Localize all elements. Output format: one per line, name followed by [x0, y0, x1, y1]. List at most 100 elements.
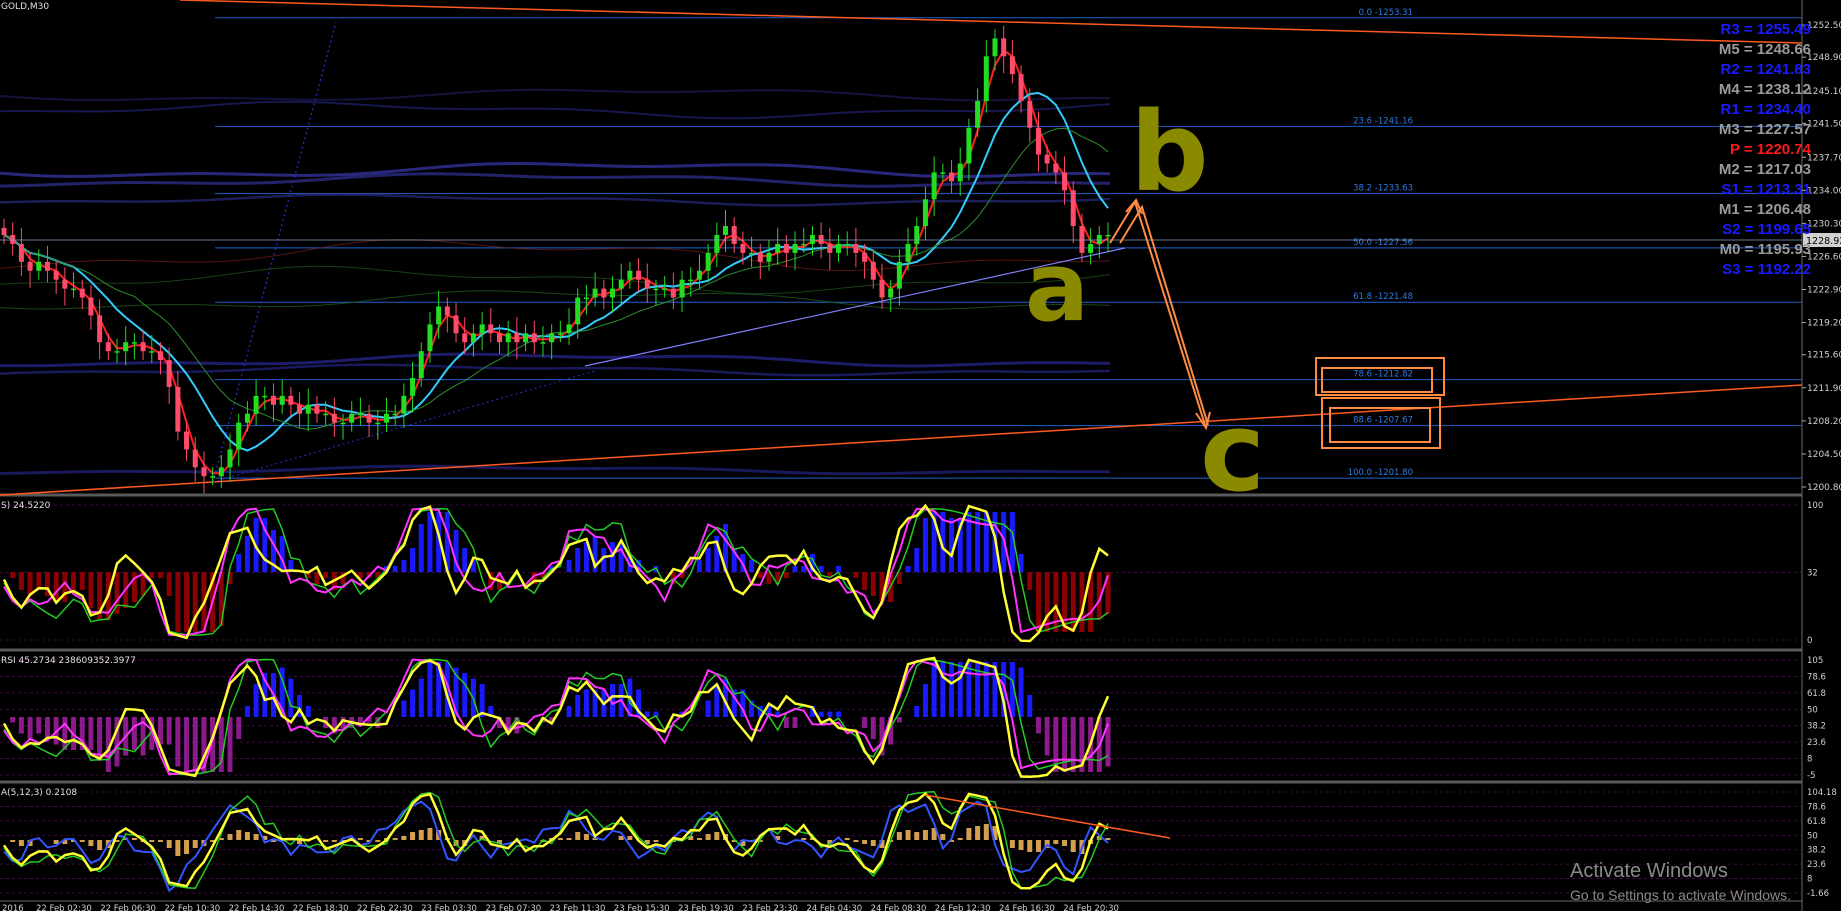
histogram-bar — [244, 832, 250, 840]
candle-body — [36, 261, 42, 271]
candle-body — [105, 342, 111, 352]
macd-panel-label: S) 24.5220 — [1, 501, 51, 511]
histogram-bar — [192, 840, 198, 848]
candle-body — [184, 431, 190, 450]
candle-body — [696, 270, 702, 280]
candle-body — [575, 297, 581, 325]
band-line — [0, 290, 1111, 310]
candle-body — [775, 243, 781, 253]
histogram-bar — [401, 836, 407, 840]
price-label: 1234.00 — [1807, 186, 1841, 196]
histogram-bar — [244, 706, 250, 717]
candle-body — [749, 252, 755, 255]
candle-body — [470, 333, 476, 343]
histogram-bar — [949, 518, 955, 572]
histogram-bar — [922, 684, 928, 717]
histogram-bar — [392, 566, 398, 572]
candle-body — [583, 297, 589, 300]
wave-c-label: c — [1200, 388, 1265, 516]
candle-body — [514, 333, 520, 343]
histogram-bar — [714, 832, 720, 840]
candle-body — [18, 243, 24, 262]
price-candles — [1, 25, 1111, 494]
histogram-bar — [427, 662, 433, 717]
histogram-bar — [749, 560, 755, 572]
price-label: 1219.20 — [1807, 319, 1841, 329]
panel-axis-label: 78.6 — [1807, 802, 1826, 812]
histogram-bar — [375, 840, 381, 842]
histogram-bar — [236, 717, 242, 739]
panel-axis-label: 105 — [1807, 656, 1823, 666]
panel-axis-label: 38.2 — [1807, 846, 1826, 856]
histogram-bar — [566, 706, 572, 717]
rsi-panel-label: RSI 45.2734 2386093​52.3977 — [1, 656, 136, 666]
panel-axis-label: -5 — [1807, 771, 1815, 781]
price-label: 1248.90 — [1807, 53, 1841, 63]
candle-body — [227, 449, 233, 468]
rsi-panel: 105 78.6 61.8 50 38.2 23.6 8 -5 — [0, 656, 1826, 781]
candle-body — [505, 333, 511, 343]
histogram-bar — [627, 836, 633, 840]
candle-body — [731, 226, 737, 244]
fibonacci-retracement[interactable]: 0.0 -1253.31 23.6 -1241.16 38.2 -1233.63 50… — [215, 8, 1802, 479]
histogram-bar — [922, 830, 928, 840]
panel-axis-label: 23.6 — [1807, 738, 1826, 748]
candle-body — [870, 261, 876, 280]
histogram-bar — [18, 717, 24, 734]
pivot-level: M5 = 1248.66 — [1718, 41, 1811, 58]
panel-axis-label: 100 — [1807, 501, 1823, 511]
candle-body — [1070, 190, 1076, 227]
candle-body — [462, 333, 468, 343]
price-label: 1222.90 — [1807, 286, 1841, 296]
histogram-bar — [410, 832, 416, 840]
histogram-bar — [253, 834, 259, 840]
candle-body — [757, 252, 763, 262]
price-label: 1245.10 — [1807, 87, 1841, 97]
candle-body — [1053, 163, 1059, 173]
band-line — [0, 464, 1111, 476]
histogram-bar — [401, 560, 407, 572]
price-label: 1237.70 — [1807, 153, 1841, 163]
candle-body — [966, 127, 972, 164]
time-label: 23 Feb 23:30 — [742, 904, 798, 911]
histogram-bar — [618, 542, 624, 572]
pivot-level: R3 = 1255.49 — [1720, 21, 1812, 38]
candle-body — [836, 243, 842, 253]
wave-b-label: b — [1130, 88, 1209, 216]
candle-body — [479, 324, 485, 334]
candle-body — [992, 38, 998, 57]
histogram-bar — [184, 840, 190, 854]
histogram-bar — [914, 706, 920, 717]
histogram-bar — [175, 717, 181, 767]
histogram-bar — [566, 560, 572, 572]
histogram-bar — [801, 838, 807, 840]
histogram-bar — [705, 548, 711, 572]
histogram-bar — [1018, 667, 1024, 717]
candle-body — [323, 413, 329, 416]
panel-axis-label: 8 — [1807, 875, 1812, 885]
candle-body — [210, 476, 216, 478]
fib-label: 38.2 -1233.63 — [1353, 184, 1413, 194]
upper-channel-trendline[interactable] — [179, 0, 1803, 44]
histogram-bar — [392, 838, 398, 840]
candle-body — [827, 243, 833, 253]
candle-body — [140, 342, 146, 352]
histogram-bar — [1027, 695, 1033, 717]
candle-body — [453, 315, 459, 334]
histogram-bar — [427, 828, 433, 840]
histogram-bar — [462, 548, 468, 572]
price-label: 1204.50 — [1807, 450, 1841, 460]
chart-area[interactable]: 0.0 -1253.31 23.6 -1241.16 38.2 -1233.63 50… — [0, 0, 1841, 911]
histogram-bar — [357, 838, 363, 840]
candle-body — [71, 288, 77, 291]
histogram-bar — [244, 536, 250, 572]
candle-body — [957, 163, 963, 182]
pivot-level: R1 = 1234.40 — [1720, 101, 1812, 118]
histogram-bar — [836, 566, 842, 572]
histogram-bar — [157, 840, 163, 842]
candle-body — [1044, 154, 1050, 164]
histogram-bar — [236, 830, 242, 840]
candle-body — [644, 279, 650, 289]
candle-body — [166, 360, 172, 387]
histogram-bar — [922, 518, 928, 572]
